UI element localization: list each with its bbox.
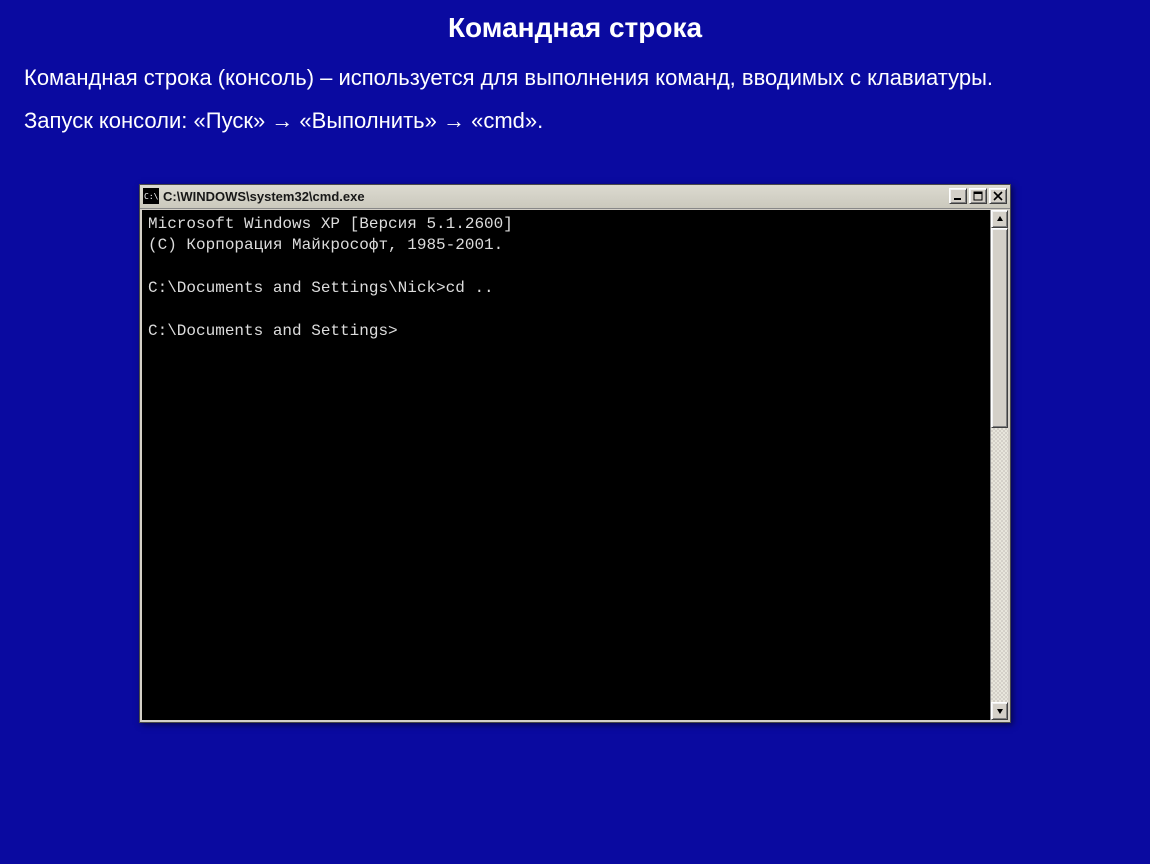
console-wrap: Microsoft Windows XP [Версия 5.1.2600] (… — [140, 209, 1010, 722]
console-body[interactable]: Microsoft Windows XP [Версия 5.1.2600] (… — [142, 210, 990, 720]
window-controls — [949, 188, 1007, 204]
cmd-window: C:\ C:\WINDOWS\system32\cmd.exe Microsof… — [139, 184, 1011, 723]
slide-title: Командная строка — [20, 12, 1130, 44]
slide-launch-instructions: Запуск консоли: «Пуск» → «Выполнить» → «… — [24, 108, 1126, 134]
minimize-button[interactable] — [949, 188, 967, 204]
titlebar[interactable]: C:\ C:\WINDOWS\system32\cmd.exe — [140, 185, 1010, 209]
scroll-down-button[interactable] — [991, 702, 1008, 720]
close-button[interactable] — [989, 188, 1007, 204]
scrollbar[interactable] — [990, 210, 1008, 720]
slide-description: Командная строка (консоль) – используетс… — [24, 64, 1126, 92]
scroll-track[interactable] — [991, 228, 1008, 702]
slide-container: Командная строка Командная строка (консо… — [0, 0, 1150, 864]
svg-text:C:\: C:\ — [144, 192, 159, 201]
maximize-button[interactable] — [969, 188, 987, 204]
titlebar-text: C:\WINDOWS\system32\cmd.exe — [163, 189, 949, 204]
cmd-icon: C:\ — [143, 188, 159, 204]
scroll-thumb[interactable] — [991, 228, 1008, 428]
scroll-up-button[interactable] — [991, 210, 1008, 228]
